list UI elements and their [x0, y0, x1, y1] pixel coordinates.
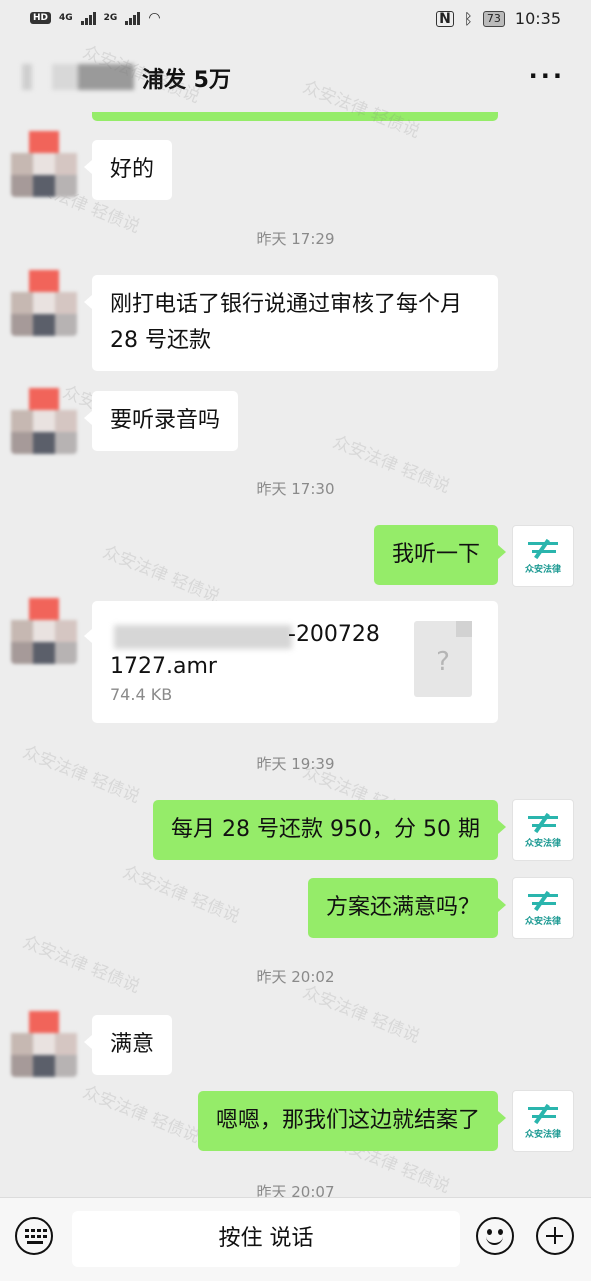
- keyboard-button[interactable]: [15, 1217, 53, 1255]
- file-name-text: -2007281727.amr: [110, 622, 380, 679]
- file-name: -2007281727.amr: [110, 619, 390, 683]
- wifi-icon: ◠: [148, 10, 161, 26]
- message-timestamp: 昨天 20:02: [256, 968, 335, 986]
- more-button[interactable]: ···: [529, 64, 565, 88]
- avatar-logo-text: 众安法律: [524, 1129, 561, 1140]
- avatar-logo-text: 众安法律: [524, 564, 561, 575]
- contact-avatar[interactable]: [11, 1011, 77, 1077]
- file-message[interactable]: -2007281727.amr 74.4 KB ?: [84, 601, 498, 723]
- logo-icon: [526, 538, 560, 560]
- message-bubble-outgoing[interactable]: 我听一下: [373, 525, 507, 585]
- nfc-icon: N: [436, 10, 454, 27]
- emoji-icon: [486, 1234, 503, 1245]
- message-bubble-outgoing[interactable]: 每月 28 号还款 950，分 50 期: [153, 800, 506, 860]
- hold-to-talk-button[interactable]: 按住 说话: [72, 1211, 460, 1267]
- watermark: 众安法律 轻债说: [119, 862, 243, 928]
- file-icon-glyph: ?: [436, 647, 450, 677]
- watermark: 众安法律 轻债说: [99, 542, 223, 608]
- signal-icon: [80, 11, 96, 25]
- network-4g-label: 4G: [59, 13, 73, 23]
- watermark: 众安法律 轻债说: [79, 1082, 203, 1148]
- logo-icon: [526, 812, 560, 834]
- status-left: HD 4G 2G ◠: [30, 10, 161, 26]
- status-bar: HD 4G 2G ◠ N ᛒ 73 10:35: [0, 0, 591, 40]
- chat-header: 浦发 5万 ···: [0, 40, 591, 112]
- bluetooth-icon: ᛒ: [463, 9, 473, 28]
- avatar-logo-text: 众安法律: [524, 916, 561, 927]
- my-avatar[interactable]: 众安法律: [512, 525, 574, 587]
- unknown-file-icon: ?: [414, 621, 472, 697]
- message-bubble-incoming[interactable]: 好的: [83, 140, 173, 200]
- signal-icon-2: [125, 11, 141, 25]
- status-right: N ᛒ 73 10:35: [436, 9, 561, 28]
- plus-button[interactable]: [536, 1217, 574, 1255]
- contact-avatar[interactable]: [11, 270, 77, 336]
- file-size: 74.4 KB: [110, 685, 173, 704]
- my-avatar[interactable]: 众安法律: [512, 799, 574, 861]
- avatar-logo-text: 众安法律: [524, 838, 561, 849]
- watermark: 众安法律 轻债说: [299, 982, 423, 1048]
- hd-badge: HD: [30, 12, 52, 24]
- my-avatar[interactable]: 众安法律: [512, 1090, 574, 1152]
- message-timestamp: 昨天 17:29: [256, 230, 335, 248]
- message-bubble-outgoing[interactable]: 嗯嗯，那我们这边就结案了: [197, 1091, 507, 1151]
- logo-icon: [526, 1103, 560, 1125]
- message-bubble-incoming[interactable]: 满意: [83, 1015, 173, 1075]
- contact-avatar[interactable]: [11, 131, 77, 197]
- contact-avatar[interactable]: [11, 388, 77, 454]
- input-bar: 按住 说话: [0, 1197, 591, 1281]
- my-avatar[interactable]: 众安法律: [512, 877, 574, 939]
- emoji-button[interactable]: [476, 1217, 514, 1255]
- contact-name-redacted: [22, 64, 134, 90]
- battery-icon: 73: [482, 10, 505, 27]
- message-bubble-incoming[interactable]: 刚打电话了银行说通过审核了每个月 28 号还款: [84, 275, 498, 371]
- logo-icon: [526, 890, 560, 912]
- previous-message-bubble: [92, 112, 498, 121]
- contact-avatar[interactable]: [11, 598, 77, 664]
- message-timestamp: 昨天 19:39: [256, 755, 335, 773]
- chat-title: 浦发 5万: [142, 68, 231, 93]
- message-bubble-outgoing[interactable]: 方案还满意吗？: [307, 878, 507, 938]
- message-bubble-incoming[interactable]: 要听录音吗: [83, 391, 239, 451]
- message-timestamp: 昨天 17:30: [256, 480, 335, 498]
- status-time: 10:35: [514, 9, 561, 28]
- network-2g-label: 2G: [103, 13, 118, 23]
